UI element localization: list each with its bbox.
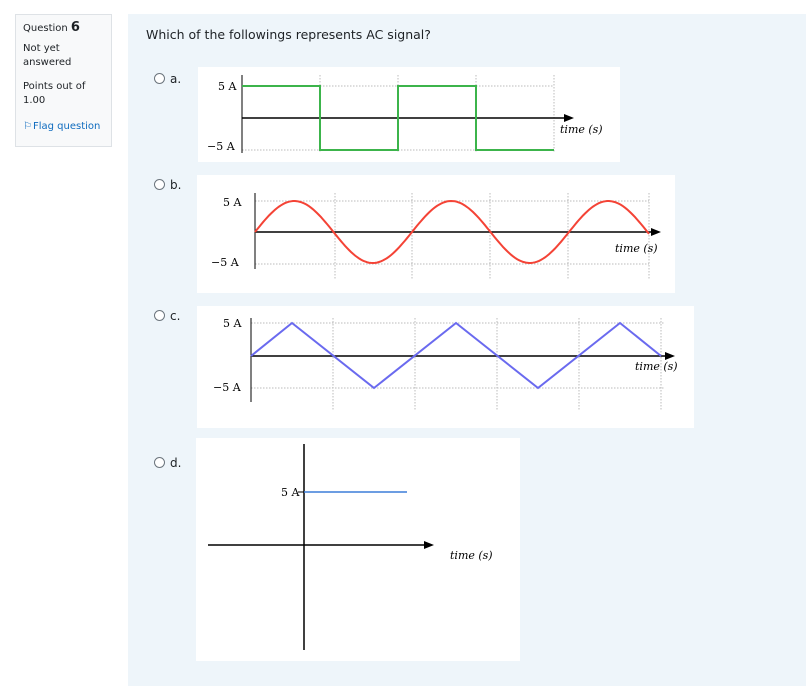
- option-b-label[interactable]: b.: [170, 178, 181, 192]
- option-c-axis-label: time (s): [635, 360, 678, 373]
- question-grade: Points out of 1.00: [23, 81, 86, 106]
- option-a-label[interactable]: a.: [170, 72, 181, 86]
- option-b-radio[interactable]: [154, 179, 165, 190]
- option-a-radio[interactable]: [154, 73, 165, 84]
- flag-question-label: Flag question: [33, 121, 101, 132]
- option-c-plot: 5 A −5 A time (s): [197, 306, 694, 428]
- option-d-radio[interactable]: [154, 457, 165, 468]
- question-info: Question 6 Not yet answered Points out o…: [15, 14, 112, 147]
- option-d-axis-label: time (s): [450, 549, 493, 562]
- question-number: Question 6: [23, 20, 80, 35]
- option-b-plot: 5 A −5 A time (s): [197, 175, 675, 293]
- question-text: Which of the followings represents AC si…: [146, 27, 431, 42]
- option-a-plot: 5 A −5 A time (s): [198, 67, 620, 162]
- option-d-plot: 5 A time (s): [196, 438, 520, 661]
- option-c-radio[interactable]: [154, 310, 165, 321]
- option-c-label[interactable]: c.: [170, 309, 180, 323]
- option-b-axis-label: time (s): [615, 242, 658, 255]
- option-a-top-label: 5 A: [218, 80, 237, 93]
- option-a-bottom-label: −5 A: [207, 140, 236, 153]
- flag-question-link[interactable]: ⚐Flag question: [23, 120, 104, 134]
- option-d-label[interactable]: d.: [170, 456, 181, 470]
- flag-icon: ⚐: [23, 121, 32, 132]
- question-state: Not yet answered: [23, 43, 72, 68]
- option-b-top-label: 5 A: [223, 196, 242, 209]
- option-d-top-label: 5 A: [281, 486, 300, 499]
- option-b-bottom-label: −5 A: [211, 256, 240, 269]
- option-c-bottom-label: −5 A: [213, 381, 242, 394]
- question-content: Which of the followings represents AC si…: [128, 14, 806, 686]
- option-c-top-label: 5 A: [223, 317, 242, 330]
- option-a-axis-label: time (s): [560, 123, 603, 136]
